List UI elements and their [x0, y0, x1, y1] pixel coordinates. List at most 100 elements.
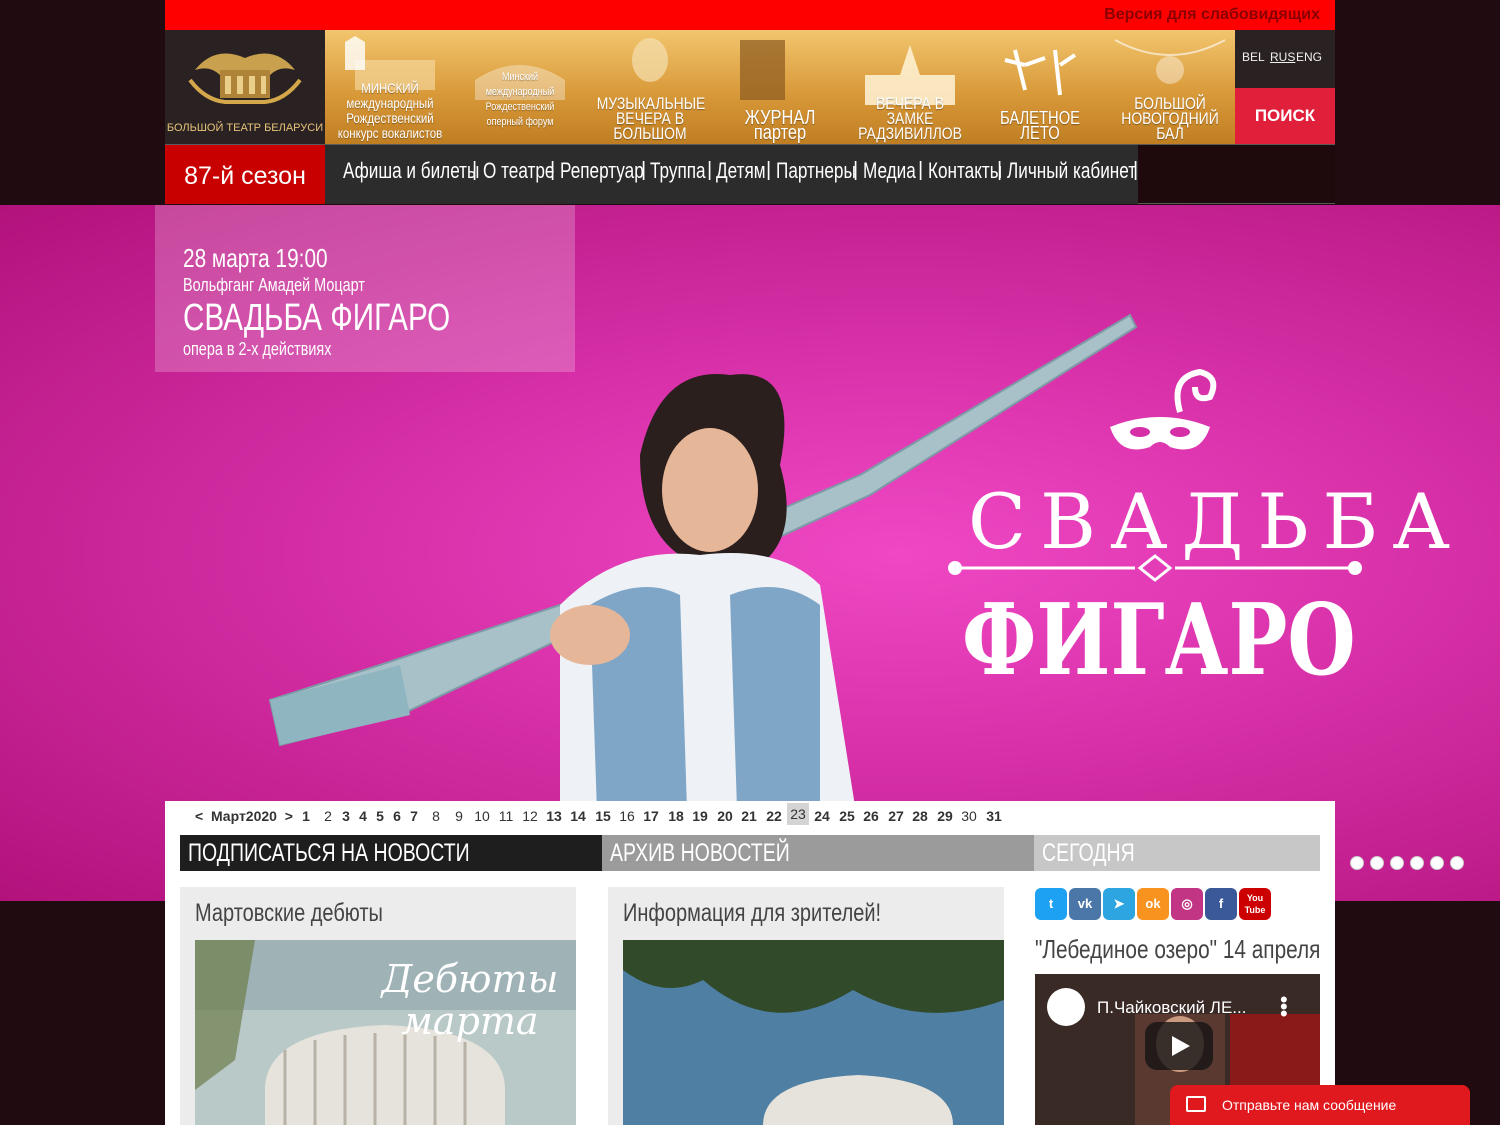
tile-caption: ВЕЧЕРА В ЗАМКЕ РАДЗИВИЛЛОВ — [858, 94, 962, 143]
sidebar-event-title[interactable]: "Лебединое озеро" 14 апреля — [1035, 934, 1320, 965]
main-navigation: 87-й сезон Афиша и билеты | О театре | Р… — [165, 144, 1335, 204]
nav-item-account[interactable]: Личный кабинет — [1007, 158, 1136, 184]
calendar-day[interactable]: 27 — [885, 808, 907, 824]
today-header[interactable]: СЕГОДНЯ — [1034, 835, 1320, 871]
nav-item-about[interactable]: О театре — [483, 158, 554, 184]
telegram-icon[interactable]: ➤ — [1103, 888, 1135, 920]
calendar-day[interactable]: 31 — [983, 808, 1005, 824]
calendar-day[interactable]: 25 — [836, 808, 858, 824]
odnoklassniki-icon[interactable]: ok — [1137, 888, 1169, 920]
slider-pagination — [1350, 856, 1470, 875]
calendar-day[interactable]: 13 — [543, 808, 565, 824]
calendar-day[interactable]: 23 — [787, 803, 809, 825]
channel-logo-icon[interactable] — [1047, 988, 1085, 1026]
calendar-day[interactable]: 8 — [425, 808, 447, 824]
news-title[interactable]: Мартовские дебюты — [195, 899, 383, 928]
calendar-day[interactable]: 17 — [640, 808, 662, 824]
twitter-icon[interactable]: t — [1035, 888, 1067, 920]
nav-separator: | — [1133, 159, 1139, 181]
today-label: СЕГОДНЯ — [1042, 839, 1135, 867]
calendar-day[interactable]: 16 — [616, 808, 638, 824]
calendar-day[interactable]: 14 — [567, 808, 589, 824]
slider-dot[interactable] — [1430, 856, 1444, 870]
slider-dot[interactable] — [1410, 856, 1424, 870]
calendar-day[interactable]: 28 — [909, 808, 931, 824]
event-title[interactable]: СВАДЬБА ФИГАРО — [183, 297, 450, 340]
nav-item-afisha[interactable]: Афиша и билеты — [343, 158, 479, 184]
tile-vocal-contest[interactable]: МИНСКИЙ международный Рождественский кон… — [325, 30, 455, 144]
calendar-day[interactable]: 24 — [811, 808, 833, 824]
news-title[interactable]: Информация для зрителей! — [623, 899, 881, 928]
calendar-day[interactable]: 26 — [860, 808, 882, 824]
facebook-icon[interactable]: f — [1205, 888, 1237, 920]
news-card[interactable]: Мартовские дебюты Дебюты марта — [180, 887, 576, 1125]
subscribe-news-button[interactable]: ПОДПИСАТЬСЯ НА НОВОСТИ — [180, 835, 602, 871]
calendar-day[interactable]: 21 — [738, 808, 760, 824]
slider-dot[interactable] — [1390, 856, 1404, 870]
nav-item-partners[interactable]: Партнеры — [776, 158, 856, 184]
chat-widget[interactable]: Отправьте нам сообщение — [1170, 1085, 1470, 1125]
archive-label: АРХИВ НОВОСТЕЙ — [610, 839, 790, 867]
search-button[interactable]: ПОИСК — [1235, 88, 1335, 144]
calendar-day[interactable]: 30 — [958, 808, 980, 824]
tile-opera-forum[interactable]: Минский международный Рождественский опе… — [455, 30, 585, 144]
event-info-box[interactable]: 28 марта 19:00 Вольфганг Амадей Моцарт С… — [155, 205, 575, 372]
nav-separator: | — [472, 159, 478, 181]
slider-dot[interactable] — [1370, 856, 1384, 870]
news-archive-button[interactable]: АРХИВ НОВОСТЕЙ — [602, 835, 1034, 871]
calendar-prev-button[interactable]: < — [195, 808, 203, 824]
slider-dot[interactable] — [1350, 856, 1364, 870]
nav-item-kids[interactable]: Детям — [716, 158, 766, 184]
tile-radziwill-castle[interactable]: ВЕЧЕРА В ЗАМКЕ РАДЗИВИЛЛОВ — [845, 30, 975, 144]
vk-icon[interactable]: vk — [1069, 888, 1101, 920]
event-subtitle: опера в 2-х действиях — [183, 339, 332, 359]
tile-ballet-summer[interactable]: БАЛЕТНОЕ ЛЕТО — [975, 30, 1105, 144]
calendar-day[interactable]: 1 — [295, 808, 317, 824]
header: БОЛЬШОЙ ТЕАТР БЕЛАРУСИ МИНСКИЙ междунаро… — [165, 30, 1335, 144]
calendar-day[interactable]: 9 — [448, 808, 470, 824]
tile-music-evenings[interactable]: МУЗЫКАЛЬНЫЕ ВЕЧЕРА В БОЛЬШОМ — [585, 30, 715, 144]
lang-rus[interactable]: RUS — [1270, 50, 1295, 64]
calendar-day[interactable]: 10 — [471, 808, 493, 824]
play-button[interactable] — [1145, 1022, 1213, 1070]
season-badge[interactable]: 87-й сезон — [165, 145, 325, 204]
theatre-building-photo — [623, 940, 1004, 1125]
calendar-day[interactable]: 11 — [495, 808, 517, 824]
news-image-caption: Дебюты марта — [381, 957, 559, 1043]
calendar-day[interactable]: 20 — [714, 808, 736, 824]
nav-item-repertoire[interactable]: Репертуар — [560, 158, 644, 184]
tile-caption: МИНСКИЙ международный Рождественский кон… — [337, 80, 443, 141]
nav-item-media[interactable]: Медиа — [863, 158, 916, 184]
theatre-logo[interactable]: БОЛЬШОЙ ТЕАТР БЕЛАРУСИ — [165, 30, 325, 144]
slider-dot[interactable] — [1450, 856, 1464, 870]
instagram-icon[interactable]: ◎ — [1171, 888, 1203, 920]
calendar-day[interactable]: 18 — [665, 808, 687, 824]
lang-bel[interactable]: BEL — [1242, 50, 1265, 64]
tile-new-year-ball[interactable]: БОЛЬШОЙ НОВОГОДНИЙ БАЛ — [1105, 30, 1235, 144]
accessibility-version-link[interactable]: Версия для слабовидящих — [1104, 6, 1320, 24]
logo-text: БОЛЬШОЙ ТЕАТР БЕЛАРУСИ — [166, 122, 324, 134]
video-title[interactable]: П.Чайковский ЛЕ... — [1097, 998, 1246, 1018]
play-icon — [1172, 1036, 1190, 1056]
news-image[interactable] — [623, 940, 1004, 1125]
nav-item-troupe[interactable]: Труппа — [650, 158, 706, 184]
calendar-day[interactable]: 29 — [934, 808, 956, 824]
event-date: 28 марта 19:00 — [183, 243, 328, 273]
nav-item-contacts[interactable]: Контакты — [928, 158, 1002, 184]
calendar-day[interactable]: 22 — [763, 808, 785, 824]
news-card[interactable]: Информация для зрителей! — [608, 887, 1004, 1125]
calendar-day[interactable]: 15 — [592, 808, 614, 824]
nav-separator: | — [918, 159, 924, 181]
calendar-day[interactable]: 7 — [403, 808, 425, 824]
lang-eng[interactable]: ENG — [1296, 50, 1322, 64]
nav-separator: | — [997, 159, 1003, 181]
youtube-icon[interactable]: You Tube — [1239, 888, 1271, 920]
calendar-day[interactable]: 19 — [689, 808, 711, 824]
news-image[interactable]: Дебюты марта — [195, 940, 576, 1125]
tile-caption: БАЛЕТНОЕ ЛЕТО — [999, 108, 1081, 143]
hero-banner[interactable]: СВАДЬБА ФИГАРО 28 марта 19:00 Вольфганг … — [0, 205, 1500, 901]
tile-parter-magazine[interactable]: ЖУРНАЛ партер — [715, 30, 845, 144]
more-options-icon[interactable]: • • • — [1280, 989, 1288, 1025]
calendar-day[interactable]: 12 — [519, 808, 541, 824]
calendar-next-button[interactable]: > — [285, 808, 293, 824]
